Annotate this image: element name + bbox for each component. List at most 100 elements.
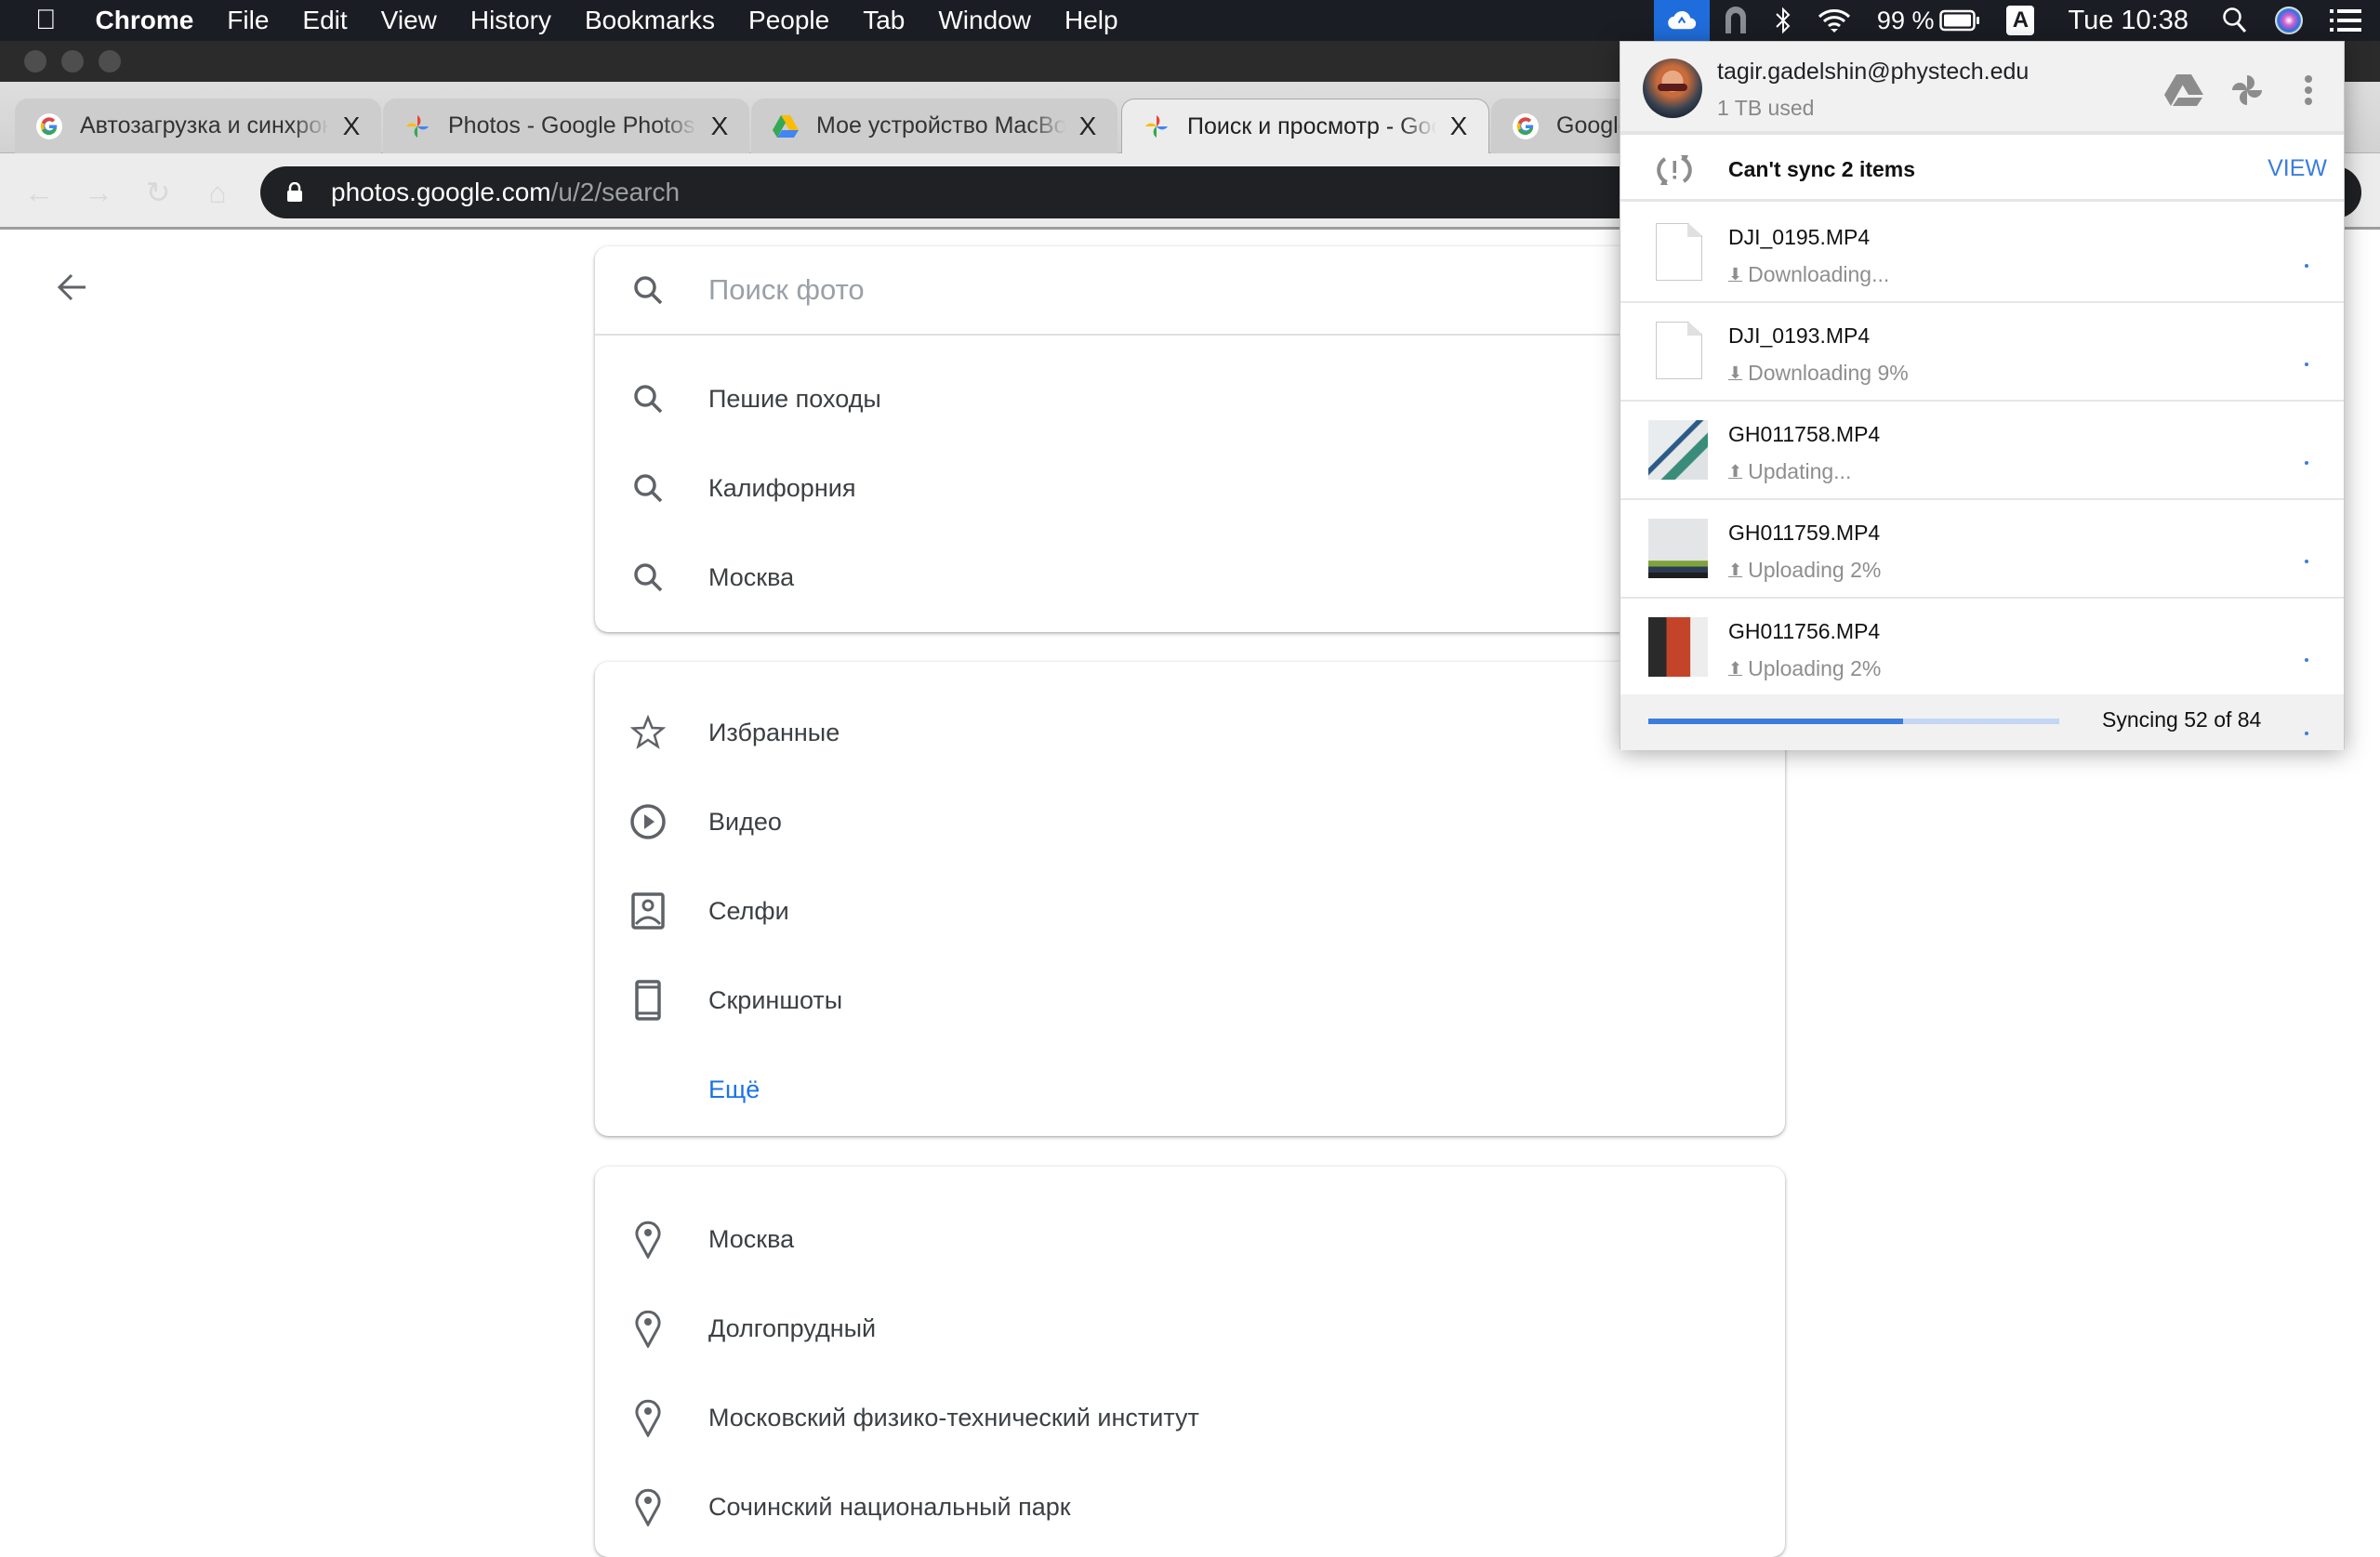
file-status: Updating... <box>1748 459 1852 483</box>
suggestion-item[interactable]: Пешие походы <box>595 354 1785 443</box>
sync-file-item[interactable]: GH011756.MP4 ⬆ Uploading 2% <box>1620 599 2344 697</box>
file-name: GH011756.MP4 <box>1728 619 1881 643</box>
menu-view[interactable]: View <box>364 6 454 35</box>
lock-icon[interactable] <box>286 182 312 203</box>
avatar[interactable] <box>1643 59 1702 118</box>
category-label: Скриншоты <box>708 985 843 1014</box>
menu-tab[interactable]: Tab <box>846 6 921 35</box>
search-input[interactable] <box>708 273 1638 307</box>
sync-error-banner: Can't sync 2 items VIEW <box>1620 139 2344 202</box>
file-name: GH011758.MP4 <box>1728 422 1881 446</box>
battery-icon[interactable] <box>1939 0 1993 41</box>
view-errors-button[interactable]: VIEW <box>2268 155 2327 182</box>
sync-file-item[interactable]: GH011758.MP4 ⬆ Updating... <box>1620 402 2344 500</box>
status-menus: 99 % A Tue 10:38 <box>1653 0 2380 41</box>
tab-photos-search[interactable]: Поиск и просмотр - Google Photos X <box>1121 99 1489 153</box>
upload-arrow-icon: ⬆ <box>1728 561 1743 579</box>
battery-percentage: 99 % <box>1876 6 1935 34</box>
category-favorites[interactable]: Избранные <box>595 688 1785 777</box>
tab-close-icon[interactable]: X <box>338 112 364 141</box>
activity-dot <box>2305 732 2308 735</box>
tab-autoupload[interactable]: Автозагрузка и синхронизация X <box>15 99 381 153</box>
reload-icon[interactable]: ↻ <box>139 174 177 211</box>
document-icon <box>1656 322 1702 379</box>
upload-arrow-icon: ⬆ <box>1728 462 1743 481</box>
suggestion-item[interactable]: Калифорния <box>595 443 1785 533</box>
video-thumbnail <box>1648 420 1708 480</box>
tab-close-icon[interactable]: X <box>1446 112 1472 141</box>
spotlight-search-icon[interactable] <box>2209 0 2261 41</box>
video-thumbnail <box>1648 617 1708 677</box>
category-videos[interactable]: Видео <box>595 777 1785 866</box>
forward-nav-icon[interactable]: → <box>80 174 117 211</box>
menu-app-chrome[interactable]: Chrome <box>79 6 211 35</box>
search-icon <box>628 468 668 508</box>
window-minimize-button[interactable] <box>61 50 84 73</box>
input-source-indicator[interactable]: A <box>1993 0 2047 41</box>
vpn-tunnel-icon[interactable] <box>1710 0 1762 41</box>
menu-edit[interactable]: Edit <box>285 6 364 35</box>
file-status-row: ⬆ Updating... <box>1728 459 1851 484</box>
file-name: DJI_0193.MP4 <box>1728 323 1871 348</box>
menu-people[interactable]: People <box>732 6 846 35</box>
tab-drive-device[interactable]: Мое устройство MacBook X <box>751 99 1117 153</box>
url-host: photos.google.com <box>331 178 551 206</box>
activity-dot <box>2305 560 2308 563</box>
place-item[interactable]: Московский физико-технический институт <box>595 1373 1785 1462</box>
backup-sync-status-icon[interactable] <box>1653 0 1710 41</box>
sync-footer: Syncing 52 of 84 <box>1620 694 2344 750</box>
suggestion-label: Калифорния <box>708 473 856 502</box>
notification-center-icon[interactable] <box>2317 0 2380 41</box>
sync-file-item[interactable]: DJI_0195.MP4 ⬇ Downloading... <box>1620 205 2344 303</box>
wifi-icon[interactable] <box>1805 0 1864 41</box>
category-screenshots[interactable]: Скриншоты <box>595 956 1785 1045</box>
google-photos-icon[interactable] <box>2227 70 2268 111</box>
google-drive-icon[interactable] <box>2163 70 2204 111</box>
menu-bookmarks[interactable]: Bookmarks <box>568 6 732 35</box>
more-categories-link[interactable]: Ещё <box>595 1045 1785 1134</box>
apple-menu-icon[interactable]:  <box>0 5 79 36</box>
place-item[interactable]: Москва <box>595 1194 1785 1284</box>
more-options-icon[interactable] <box>2288 70 2329 111</box>
tab-close-icon[interactable]: X <box>1075 112 1101 141</box>
sync-file-item[interactable]: DJI_0193.MP4 ⬇ Downloading 9% <box>1620 303 2344 402</box>
home-icon[interactable]: ⌂ <box>199 174 236 211</box>
siri-icon[interactable] <box>2261 0 2317 41</box>
search-icon <box>628 558 668 597</box>
suggestion-label: Москва <box>708 562 795 591</box>
place-label: Московский физико-технический институт <box>708 1403 1199 1432</box>
search-box[interactable] <box>595 246 1785 336</box>
account-email: tagir.gadelshin@phystech.edu <box>1717 59 2030 85</box>
suggestion-item[interactable]: Москва <box>595 533 1785 622</box>
menu-file[interactable]: File <box>210 6 285 35</box>
sync-file-item[interactable]: GH011759.MP4 ⬆ Uploading 2% <box>1620 500 2344 599</box>
sync-error-text: Can't sync 2 items <box>1728 157 1916 181</box>
search-card: Пешие походы Калифорния Москва <box>595 246 1785 632</box>
sync-progress-text: Syncing 52 of 84 <box>2102 707 2262 732</box>
url-path: /u/2/search <box>550 178 681 206</box>
place-icon <box>628 1487 668 1526</box>
more-label: Ещё <box>708 1075 760 1103</box>
file-status-row: ⬇ Downloading 9% <box>1728 361 1909 386</box>
back-nav-icon[interactable]: ← <box>20 174 58 211</box>
activity-dot <box>2305 264 2308 268</box>
window-zoom-button[interactable] <box>99 50 121 73</box>
clock[interactable]: Tue 10:38 <box>2047 0 2209 41</box>
tab-photos[interactable]: Photos - Google Photos X <box>383 99 749 153</box>
download-arrow-icon: ⬇ <box>1728 363 1743 382</box>
menu-window[interactable]: Window <box>921 6 1048 35</box>
activity-dot <box>2305 658 2308 662</box>
window-close-button[interactable] <box>24 50 46 73</box>
back-arrow-icon[interactable] <box>52 267 93 308</box>
place-icon <box>628 1309 668 1348</box>
menu-help[interactable]: Help <box>1048 6 1135 35</box>
search-icon <box>628 379 668 418</box>
tab-title: Поиск и просмотр - Google Photos <box>1187 112 1436 139</box>
tab-close-icon[interactable]: X <box>707 112 733 141</box>
bluetooth-icon[interactable] <box>1762 0 1805 41</box>
menu-history[interactable]: History <box>454 6 568 35</box>
place-item[interactable]: Сочинский национальный парк <box>595 1462 1785 1551</box>
file-status: Downloading 9% <box>1748 361 1909 385</box>
category-selfies[interactable]: Селфи <box>595 866 1785 956</box>
place-item[interactable]: Долгопрудный <box>595 1284 1785 1373</box>
